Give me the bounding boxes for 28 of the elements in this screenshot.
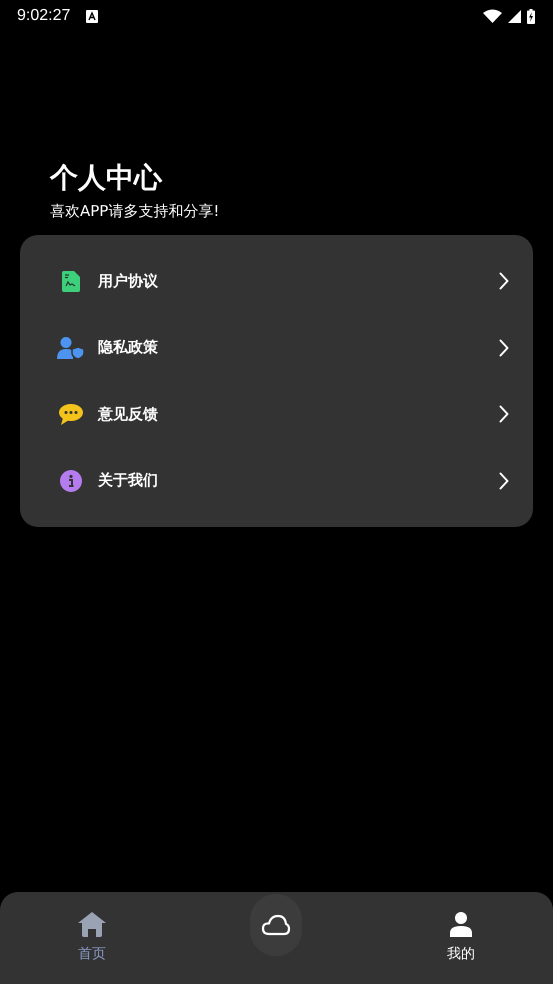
info-icon — [57, 470, 85, 492]
menu-item[interactable]: 意见反馈 — [20, 381, 533, 448]
menu-item[interactable]: 关于我们 — [20, 448, 533, 514]
menu-item[interactable]: 用户协议 — [20, 248, 533, 314]
page-subtitle: 喜欢APP请多支持和分享! — [50, 201, 220, 221]
chevron-right-icon — [499, 338, 509, 357]
cloud-icon — [261, 914, 292, 936]
menu-label: 意见反馈 — [98, 404, 159, 424]
menu-item[interactable]: 隐私政策 — [20, 314, 533, 381]
menu-label: 用户协议 — [98, 272, 159, 291]
status-time: 9:02:27 — [17, 7, 70, 25]
chevron-right-icon — [499, 405, 509, 424]
home-icon — [78, 912, 106, 937]
notification-icon — [86, 10, 98, 22]
menu-label: 关于我们 — [98, 471, 159, 490]
signal-icon — [508, 10, 521, 22]
battery-icon — [527, 8, 535, 24]
cloud-button[interactable] — [250, 894, 302, 956]
user-icon — [450, 912, 472, 937]
page-title: 个人中心 — [50, 160, 164, 196]
chevron-right-icon — [499, 272, 509, 290]
nav-tab[interactable]: 我的 — [368, 892, 553, 984]
chevron-right-icon — [499, 472, 509, 490]
user-shield-icon — [57, 336, 85, 359]
wifi-icon — [483, 9, 502, 23]
speech-bubble-icon — [57, 404, 85, 425]
menu-label: 隐私政策 — [98, 338, 159, 358]
nav-tab[interactable]: 首页 — [0, 892, 184, 984]
